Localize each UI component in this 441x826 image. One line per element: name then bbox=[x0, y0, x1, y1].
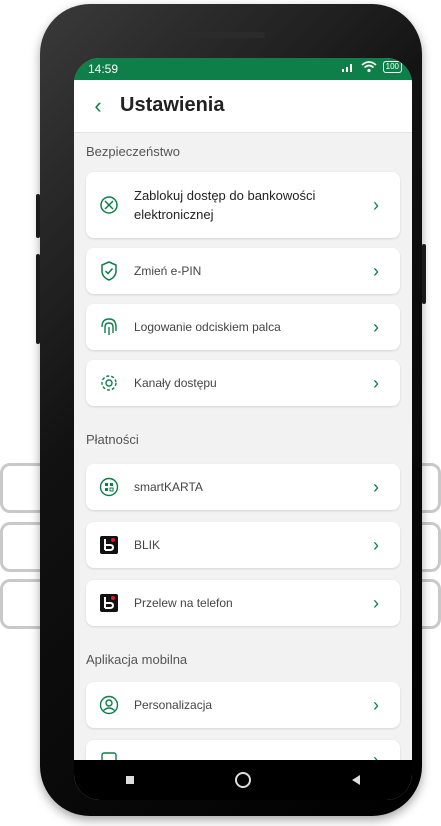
page-title: Ustawienia bbox=[120, 94, 225, 116]
settings-item-label: Zmień e-PIN bbox=[134, 264, 202, 278]
status-bar: 14:59 100 bbox=[74, 58, 412, 80]
side-button bbox=[422, 244, 426, 304]
chevron-right-icon: › bbox=[373, 372, 379, 393]
block-icon bbox=[98, 194, 120, 216]
volume-button bbox=[36, 254, 40, 344]
shield-check-icon bbox=[98, 260, 120, 282]
status-time: 14:59 bbox=[88, 62, 119, 76]
settings-item-blik[interactable]: BLIK › bbox=[86, 522, 400, 568]
signal-icon bbox=[341, 64, 352, 72]
smartkarta-icon bbox=[98, 476, 120, 498]
status-icons: 100 bbox=[341, 61, 402, 73]
settings-item-access-channels[interactable]: Kanały dostępu › bbox=[86, 360, 400, 406]
app-screen: 14:59 100 ‹ Ustawienia Bezpieczeństwo Za… bbox=[74, 58, 412, 800]
blik-icon bbox=[98, 592, 120, 614]
chevron-right-icon: › bbox=[373, 476, 379, 497]
settings-item-label: Logowanie odciskiem palca bbox=[134, 320, 281, 334]
chevron-right-icon: › bbox=[373, 592, 379, 613]
chevron-right-icon: › bbox=[373, 260, 379, 281]
chevron-right-icon: › bbox=[373, 534, 379, 555]
wifi-icon bbox=[361, 61, 377, 73]
chevron-right-icon: › bbox=[373, 194, 379, 215]
chevron-right-icon: › bbox=[373, 316, 379, 337]
battery-icon: 100 bbox=[382, 61, 402, 73]
circle-icon bbox=[234, 772, 251, 788]
settings-item-label: smartKARTA bbox=[134, 480, 203, 494]
android-nav-bar bbox=[74, 760, 412, 800]
battery-level: 100 bbox=[385, 62, 399, 71]
recent-apps-button[interactable] bbox=[120, 770, 140, 790]
user-circle-icon bbox=[98, 694, 120, 716]
chevron-right-icon: › bbox=[373, 694, 379, 715]
power-button bbox=[36, 194, 40, 238]
settings-item-personalization[interactable]: Personalizacja › bbox=[86, 682, 400, 728]
settings-item-label: Zablokuj dostęp do bankowości elektronic… bbox=[134, 188, 316, 222]
gear-icon bbox=[98, 372, 120, 394]
settings-item-phone-transfer[interactable]: Przelew na telefon › bbox=[86, 580, 400, 626]
settings-item-fingerprint[interactable]: Logowanie odciskiem palca › bbox=[86, 304, 400, 350]
settings-item-label: BLIK bbox=[134, 538, 161, 552]
app-bar: ‹ Ustawienia bbox=[74, 80, 412, 133]
triangle-back-icon bbox=[351, 775, 360, 785]
settings-item-label: Przelew na telefon bbox=[134, 596, 233, 610]
section-title-security: Bezpieczeństwo bbox=[86, 144, 180, 159]
home-button[interactable] bbox=[233, 770, 253, 790]
settings-item-block-access[interactable]: Zablokuj dostęp do bankowości elektronic… bbox=[86, 172, 400, 238]
back-button[interactable] bbox=[346, 770, 366, 790]
fingerprint-icon bbox=[98, 316, 120, 338]
section-title-mobile-app: Aplikacja mobilna bbox=[86, 652, 188, 667]
settings-item-label: Personalizacja bbox=[134, 698, 213, 712]
settings-item-label: Kanały dostępu bbox=[134, 376, 217, 390]
settings-item-change-epin[interactable]: Zmień e-PIN › bbox=[86, 248, 400, 294]
speaker bbox=[175, 32, 265, 38]
settings-item-smartkarta[interactable]: smartKARTA › bbox=[86, 464, 400, 510]
back-arrow-icon[interactable]: ‹ bbox=[84, 92, 112, 120]
blik-icon bbox=[98, 534, 120, 556]
section-title-payments: Płatności bbox=[86, 432, 139, 447]
square-icon bbox=[126, 776, 135, 784]
